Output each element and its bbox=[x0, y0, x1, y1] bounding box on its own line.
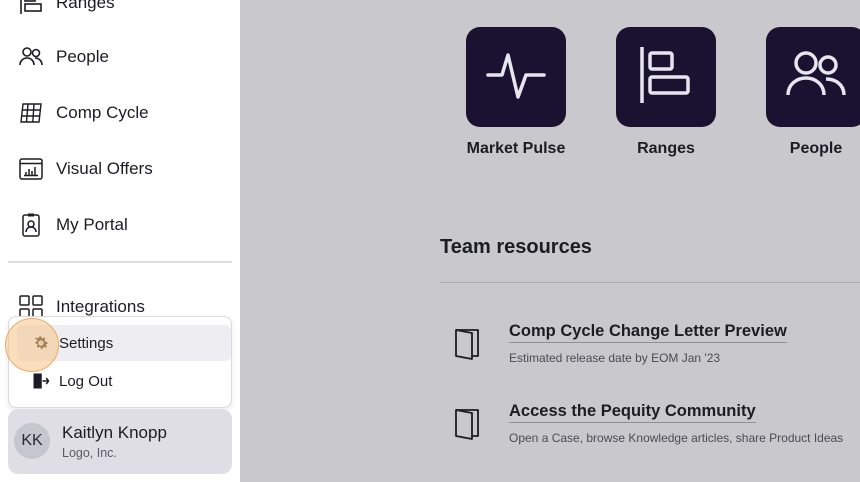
sidebar-item-label: People bbox=[56, 47, 109, 66]
sidebar-item-label: Comp Cycle bbox=[56, 103, 149, 122]
sidebar: Ranges People Comp Cycle Visual Offers M… bbox=[0, 0, 240, 482]
sidebar-item-label: Ranges bbox=[56, 0, 115, 12]
section-divider bbox=[440, 282, 860, 283]
people-icon bbox=[18, 44, 44, 70]
app-tile-people[interactable] bbox=[766, 27, 860, 127]
sidebar-item-visual-offers[interactable]: Visual Offers bbox=[18, 154, 153, 184]
book-icon bbox=[452, 406, 484, 442]
user-organization: Logo, Inc. bbox=[62, 446, 117, 460]
sidebar-item-people[interactable]: People bbox=[18, 42, 109, 72]
ranges-icon bbox=[18, 0, 44, 16]
resource-description: Open a Case, browse Knowledge articles, … bbox=[509, 431, 844, 445]
sidebar-item-ranges[interactable]: Ranges bbox=[18, 0, 115, 18]
resource-title-link[interactable]: Comp Cycle Change Letter Preview bbox=[509, 322, 787, 343]
app-tile-ranges[interactable] bbox=[616, 27, 716, 127]
settings-label: Settings bbox=[59, 334, 114, 352]
app-tile-market-pulse[interactable] bbox=[466, 27, 566, 127]
logout-icon bbox=[29, 369, 53, 393]
logout-label: Log Out bbox=[59, 372, 113, 390]
ranges-icon bbox=[634, 43, 698, 112]
app-label-people: People bbox=[789, 140, 843, 157]
sidebar-item-label: Integrations bbox=[56, 297, 145, 316]
user-name: Kaitlyn Knopp bbox=[62, 423, 167, 442]
people-icon bbox=[784, 43, 848, 112]
resource-title-link[interactable]: Access the Pequity Community bbox=[509, 402, 756, 423]
book-icon bbox=[452, 326, 484, 362]
sidebar-item-comp-cycle[interactable]: Comp Cycle bbox=[18, 98, 149, 128]
avatar: KK bbox=[14, 423, 50, 459]
click-highlight-marker bbox=[5, 318, 59, 372]
resource-description: Estimated release date by EOM Jan '23 bbox=[509, 351, 721, 365]
team-resources-title: Team resources bbox=[440, 236, 592, 258]
app-label-ranges: Ranges bbox=[637, 140, 695, 157]
chart-window-icon bbox=[18, 156, 44, 182]
user-account-card[interactable]: KK Kaitlyn Knopp Logo, Inc. bbox=[8, 409, 232, 474]
app-label-market-pulse: Market Pulse bbox=[466, 140, 566, 157]
resource-item[interactable]: Access the Pequity Community Open a Case… bbox=[452, 402, 860, 452]
sidebar-item-label: Visual Offers bbox=[56, 159, 153, 178]
logout-menu-item[interactable]: Log Out bbox=[17, 363, 231, 399]
badge-icon bbox=[18, 212, 44, 238]
grid-calendar-icon bbox=[18, 100, 44, 126]
sidebar-divider bbox=[8, 261, 232, 263]
pulse-icon bbox=[484, 43, 548, 112]
resource-item[interactable]: Comp Cycle Change Letter Preview Estimat… bbox=[452, 322, 860, 372]
sidebar-item-label: My Portal bbox=[56, 215, 128, 234]
sidebar-item-my-portal[interactable]: My Portal bbox=[18, 210, 128, 240]
